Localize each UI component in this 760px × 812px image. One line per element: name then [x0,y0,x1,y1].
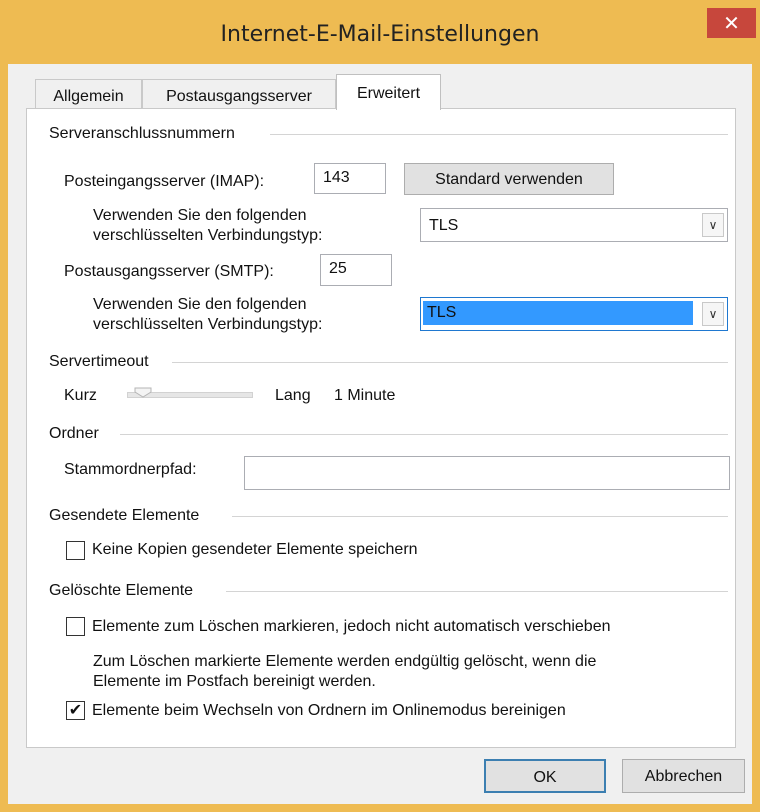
mark-for-deletion-checkbox[interactable] [66,617,85,636]
section-divider [232,516,728,517]
tab-erweitert[interactable]: Erweitert [336,74,441,110]
tab-allgemein[interactable]: Allgemein [35,79,142,111]
checkmark-icon: ✔ [68,702,83,719]
encryption-select-incoming-value: TLS [429,217,459,234]
incoming-server-label: Posteingangsserver (IMAP): [64,173,265,190]
purge-on-switch-label[interactable]: Elemente beim Wechseln von Ordnern im On… [92,702,566,720]
no-copies-label[interactable]: Keine Kopien gesendeter Elemente speiche… [92,541,418,559]
section-title-folders: Ordner [49,425,105,443]
timeout-long-label: Lang [275,387,311,404]
purge-on-switch-checkbox[interactable]: ✔ [66,701,85,720]
section-title-deleted: Gelöschte Elemente [49,582,200,600]
section-title-ports: Serveranschlussnummern [49,125,241,143]
root-folder-label: Stammordnerpfad: [64,461,197,478]
deletion-info-line2: Elemente im Postfach bereinigt werden. [93,673,376,690]
ok-button[interactable]: OK [484,759,606,793]
chevron-down-icon[interactable]: ∨ [702,213,724,237]
section-title-sent: Gesendete Elemente [49,507,206,525]
close-button[interactable]: ✕ [707,8,756,38]
tab-postausgangsserver[interactable]: Postausgangsserver [142,79,336,111]
encryption-label-2-line1: Verwenden Sie den folgenden [93,296,307,313]
no-copies-checkbox[interactable] [66,541,85,560]
use-default-button[interactable]: Standard verwenden [404,163,614,195]
outgoing-port-input[interactable]: 25 [320,254,392,286]
title-bar: Internet-E-Mail-Einstellungen ✕ [0,0,760,64]
root-folder-path-input[interactable] [244,456,730,490]
encryption-select-outgoing-value: TLS [423,301,693,325]
dialog-window: Internet-E-Mail-Einstellungen ✕ Allgemei… [0,0,760,812]
mark-for-deletion-label[interactable]: Elemente zum Löschen markieren, jedoch n… [92,618,611,636]
section-divider [172,362,728,363]
encryption-label-1-line2: verschlüsselten Verbindungstyp: [93,227,323,244]
encryption-select-incoming[interactable]: TLS ∨ [420,208,728,242]
chevron-down-icon[interactable]: ∨ [702,302,724,326]
encryption-select-outgoing[interactable]: TLS ∨ [420,297,728,331]
tab-panel-erweitert [26,108,736,748]
outgoing-server-label: Postausgangsserver (SMTP): [64,263,274,280]
cancel-button[interactable]: Abbrechen [622,759,745,793]
timeout-value: 1 Minute [334,387,396,404]
encryption-label-2-line2: verschlüsselten Verbindungstyp: [93,316,323,333]
timeout-slider-thumb[interactable] [134,387,152,398]
section-divider [270,134,728,135]
deletion-info-line1: Zum Löschen markierte Elemente werden en… [93,653,597,670]
section-divider [226,591,728,592]
window-title: Internet-E-Mail-Einstellungen [220,22,540,47]
section-divider [120,434,728,435]
encryption-label-1-line1: Verwenden Sie den folgenden [93,207,307,224]
incoming-port-input[interactable]: 143 [314,163,386,194]
timeout-short-label: Kurz [64,387,97,404]
section-title-timeout: Servertimeout [49,353,155,371]
